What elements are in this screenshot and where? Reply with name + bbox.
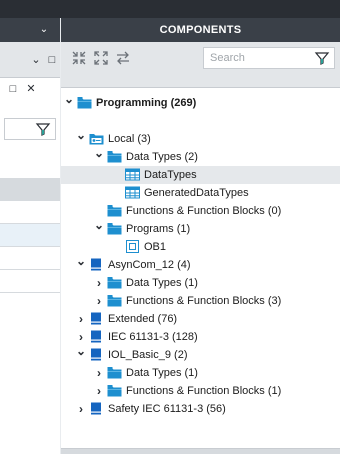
chevron-right-icon[interactable]: › <box>93 383 105 399</box>
app-window: ⌄ ⌄ □ □ ✕ COMPONENTS Search ⌄ Programmin… <box>0 0 340 454</box>
library-icon <box>89 258 104 271</box>
tree-item-label: Functions & Function Blocks (3) <box>126 295 282 307</box>
library-icon <box>89 348 104 361</box>
tree-item-label: Safety IEC 61131-3 (56) <box>108 403 226 415</box>
tree-item-iol-dt[interactable]: › Data Types (1) <box>61 364 340 382</box>
tree-item-label: IOL_Basic_9 (2) <box>108 349 188 361</box>
datatype-table-icon <box>125 186 140 199</box>
tree-item-programs[interactable]: ⌄ Programs (1) <box>61 217 340 238</box>
chevron-right-icon[interactable]: › <box>93 365 105 381</box>
grid-row[interactable] <box>0 201 60 224</box>
tree-item-label: AsynCom_12 (4) <box>108 259 191 271</box>
tree-item-label: Extended (76) <box>108 313 178 325</box>
filter-icon[interactable] <box>314 50 330 66</box>
tree-item-local-datatypes[interactable]: ⌄ Data Types (2) <box>61 145 340 166</box>
chevron-right-icon[interactable]: › <box>75 311 87 327</box>
chevron-down-icon[interactable]: ⌄ <box>75 127 87 143</box>
close-icon[interactable]: ✕ <box>24 82 38 96</box>
tree-item-datatypes[interactable]: DataTypes <box>61 166 340 184</box>
tree-item-asyncom[interactable]: ⌄ AsynCom_12 (4) <box>61 253 340 274</box>
left-panel: ⌄ ⌄ □ □ ✕ <box>0 18 60 454</box>
chevron-right-icon[interactable]: › <box>93 275 105 291</box>
tree-item-extended[interactable]: › Extended (76) <box>61 310 340 328</box>
tree-item-ob1[interactable]: OB1 <box>61 238 340 256</box>
tree-item-label: DataTypes <box>144 169 197 181</box>
tree-item-iec[interactable]: › IEC 61131-3 (128) <box>61 328 340 346</box>
folder-icon <box>107 204 122 217</box>
left-panel-header: ⌄ <box>0 18 60 42</box>
tree-item-label: Data Types (1) <box>126 277 198 289</box>
chevron-down-icon[interactable]: ⌄ <box>63 91 75 107</box>
filter-icon[interactable] <box>35 121 51 137</box>
grid-row[interactable] <box>0 247 60 270</box>
folder-icon <box>107 150 122 163</box>
tree-item-label: Local (3) <box>108 133 151 145</box>
left-panel-dropdown[interactable] <box>4 118 56 140</box>
folder-icon <box>107 294 122 307</box>
panel-title: COMPONENTS <box>61 18 340 42</box>
tree-item-asyn-fb[interactable]: › Functions & Function Blocks (3) <box>61 292 340 310</box>
left-panel-grid <box>0 178 60 293</box>
chevron-down-icon[interactable]: ⌄ <box>30 54 42 66</box>
top-strip <box>0 0 340 18</box>
search-box[interactable] <box>203 47 335 69</box>
grid-header <box>0 178 60 201</box>
chevron-right-icon[interactable]: › <box>75 401 87 417</box>
components-toolbar <box>61 42 340 88</box>
tree-item-label: Functions & Function Blocks (0) <box>126 205 282 217</box>
library-icon <box>89 312 104 325</box>
datatype-table-icon <box>125 168 140 181</box>
components-panel: COMPONENTS ⌄Programming (269)⌄Local (3)⌄… <box>61 18 340 454</box>
folder-icon <box>77 96 92 109</box>
tree-item-label: Programs (1) <box>126 223 191 235</box>
folder-icon <box>107 276 122 289</box>
panel-footer <box>61 448 340 454</box>
chevron-right-icon[interactable]: › <box>93 293 105 309</box>
tree-item-programming[interactable]: ⌄ Programming (269) <box>61 91 340 112</box>
folder-icon <box>107 366 122 379</box>
tree-item-label: Data Types (2) <box>126 151 198 163</box>
tree-item-label: Functions & Function Blocks (1) <box>126 385 282 397</box>
folder-icon <box>107 384 122 397</box>
maximize-icon[interactable]: □ <box>6 82 20 96</box>
collapse-all-icon[interactable] <box>71 50 87 66</box>
tree-item-safety[interactable]: › Safety IEC 61131-3 (56) <box>61 400 340 418</box>
restore-icon[interactable]: □ <box>46 54 58 66</box>
tree-item-label: Programming (269) <box>96 97 197 109</box>
chevron-down-icon[interactable]: ⌄ <box>93 217 105 233</box>
grid-row[interactable] <box>0 270 60 293</box>
sync-icon[interactable] <box>115 50 131 66</box>
program-block-icon <box>125 240 140 253</box>
library-icon <box>89 402 104 415</box>
folder-icon <box>107 222 122 235</box>
chevron-down-icon[interactable]: ⌄ <box>38 24 50 36</box>
component-tree: ⌄ Programming (269) ⌄ Local (3) ⌄ Data Types … <box>61 88 340 446</box>
local-library-icon <box>89 132 104 145</box>
tree-item-label: GeneratedDataTypes <box>144 187 249 199</box>
tree-item-iol[interactable]: ⌄ IOL_Basic_9 (2) <box>61 343 340 364</box>
tree-item-generated[interactable]: GeneratedDataTypes <box>61 184 340 202</box>
chevron-down-icon[interactable]: ⌄ <box>75 253 87 269</box>
search-input[interactable] <box>210 50 302 66</box>
chevron-down-icon[interactable]: ⌄ <box>93 145 105 161</box>
tree-item-label: IEC 61131-3 (128) <box>108 331 198 343</box>
left-panel-toolbar: ⌄ □ <box>0 42 60 78</box>
grid-row[interactable] <box>0 224 60 247</box>
chevron-down-icon[interactable]: ⌄ <box>75 343 87 359</box>
tree-item-asyn-dt[interactable]: › Data Types (1) <box>61 274 340 292</box>
tree-item-label: OB1 <box>144 241 167 253</box>
library-icon <box>89 330 104 343</box>
tree-item-iol-fb[interactable]: › Functions & Function Blocks (1) <box>61 382 340 400</box>
expand-all-icon[interactable] <box>93 50 109 66</box>
tree-item-label: Data Types (1) <box>126 367 198 379</box>
